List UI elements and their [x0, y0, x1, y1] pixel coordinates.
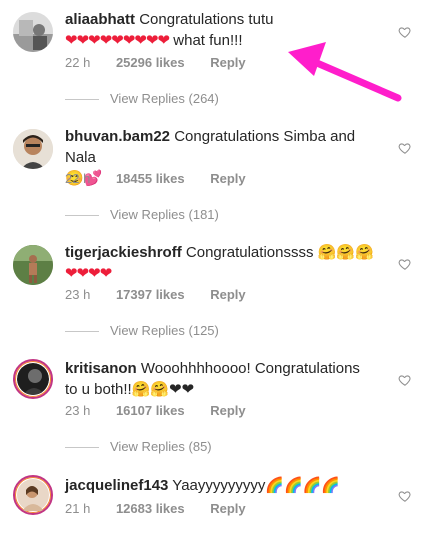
annotation-arrow-icon	[288, 42, 402, 102]
